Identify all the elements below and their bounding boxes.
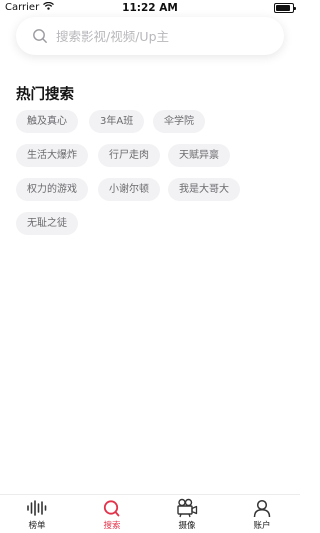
tag-row: 触及真心 3年A班 伞学院 (16, 110, 286, 133)
battery-icon (274, 3, 296, 13)
hot-tag[interactable]: 伞学院 (153, 110, 205, 133)
clock: 11:22 AM (122, 2, 178, 14)
hot-tag[interactable]: 3年A班 (89, 110, 145, 133)
tab-search[interactable]: 搜索 (87, 498, 137, 532)
tab-camera[interactable]: 摄像 (162, 498, 212, 532)
hot-tag[interactable]: 小谢尔顿 (98, 178, 160, 201)
hot-tag[interactable]: 我是大哥大 (168, 178, 240, 201)
user-icon (251, 498, 273, 518)
status-bar: Carrier 11:22 AM (0, 0, 300, 18)
battery-fill (276, 5, 290, 11)
tag-row: 生活大爆炸 行尸走肉 天赋异禀 (16, 144, 286, 167)
hot-tag[interactable]: 天赋异禀 (168, 144, 230, 167)
tab-label: 搜索 (103, 521, 121, 531)
tab-label: 榜单 (28, 521, 46, 531)
tab-rankings[interactable]: 榜单 (12, 498, 62, 532)
tab-bar: 榜单 搜索 摄像 账户 (0, 494, 300, 533)
camera-icon (176, 498, 198, 518)
hot-tag[interactable]: 生活大爆炸 (16, 144, 88, 167)
hot-search-title: 热门搜索 (16, 87, 74, 103)
search-input[interactable] (56, 26, 266, 46)
tab-label: 摄像 (178, 521, 196, 531)
tag-row: 无耻之徒 (16, 212, 286, 235)
hot-tag[interactable]: 触及真心 (16, 110, 78, 133)
search-icon (32, 28, 48, 44)
screen: Carrier 11:22 AM 热门搜索 触及真心 (0, 0, 300, 533)
tab-label: 账户 (253, 521, 271, 531)
search-icon (101, 498, 123, 518)
tag-row: 权力的游戏 小谢尔顿 我是大哥大 (16, 178, 286, 201)
hot-tag[interactable]: 无耻之徒 (16, 212, 78, 235)
search-bar[interactable] (16, 17, 284, 55)
tab-account[interactable]: 账户 (237, 498, 287, 532)
hot-tag[interactable]: 行尸走肉 (98, 144, 160, 167)
hot-tag[interactable]: 权力的游戏 (16, 178, 88, 201)
hot-search-tags: 触及真心 3年A班 伞学院 生活大爆炸 行尸走肉 天赋异禀 权力的游戏 小谢尔顿… (16, 110, 286, 246)
waveform-icon (26, 498, 48, 518)
